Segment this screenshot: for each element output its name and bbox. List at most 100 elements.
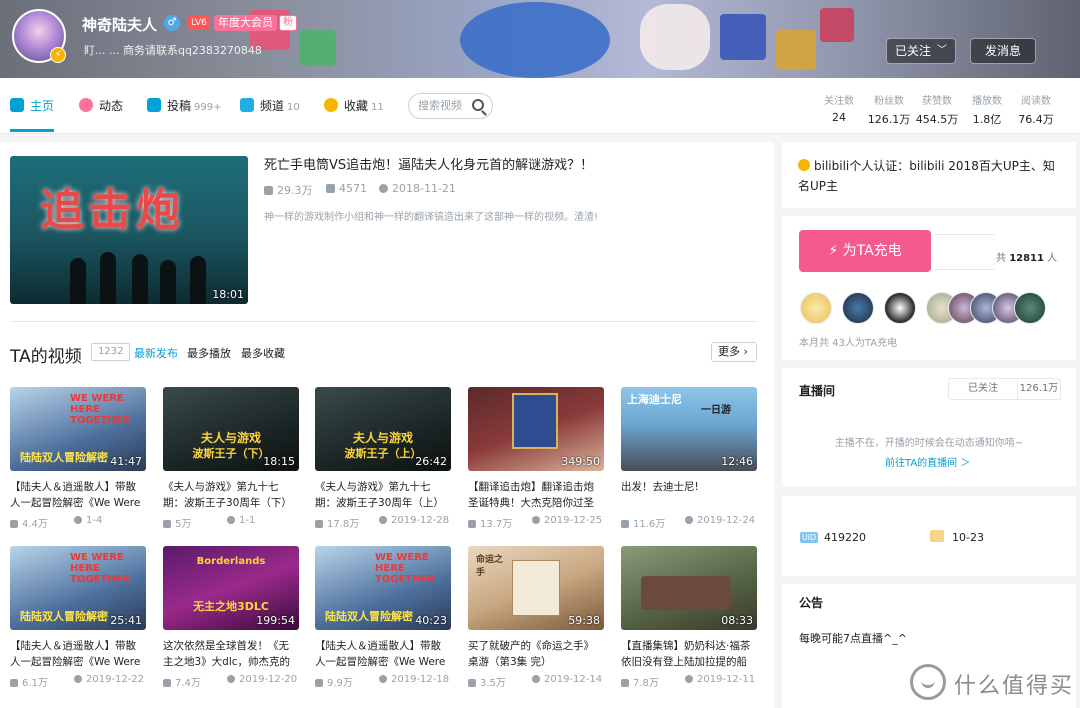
featured-video-title[interactable]: 死亡手电筒VS追击炮！逼陆夫人化身元首的解谜游戏？！ — [264, 154, 593, 173]
video-card[interactable]: 上海迪士尼 一日游 12:46 出发！去迪士尼! 11.6万 2019-12-24 — [621, 387, 757, 530]
tab-favorite[interactable]: 收藏 11 — [324, 98, 384, 118]
upload-icon — [147, 98, 161, 112]
verify-card: bilibili个人认证：bilibili 2018百大UP主、知名UP主 — [782, 142, 1076, 208]
clock-icon — [74, 675, 82, 683]
video-thumbnail[interactable]: WE WERE HERE TOGETHER 陆陆双人冒险解密 40:23 — [315, 546, 451, 630]
video-title[interactable]: 买了就破产的《命运之手》桌游（第3集 完） — [468, 638, 604, 670]
video-date: 2019-12-11 — [685, 674, 755, 685]
video-thumbnail[interactable]: 命运之手 59:38 — [468, 546, 604, 630]
clock-icon — [379, 516, 387, 524]
video-card[interactable]: 08:33 【直播集锦】奶奶科达·福茶依旧没有登上陆加拉提的船 7.8万 2019… — [621, 546, 757, 689]
search-input[interactable]: 搜索视频 — [408, 93, 493, 119]
video-card[interactable]: WE WERE HERE TOGETHER 陆陆双人冒险解密 25:41 【陆夫… — [10, 546, 146, 689]
tab-count: 999+ — [194, 102, 222, 113]
video-date: 2019-12-28 — [379, 515, 449, 526]
video-title[interactable]: 《夫人与游戏》第九十七期：波斯王子30周年（上） — [315, 479, 451, 511]
video-thumbnail[interactable]: Borderlands 无主之地3DLC 199:54 — [163, 546, 299, 630]
video-card[interactable]: 夫人与游戏 波斯王子（上） 26:42 《夫人与游戏》第九十七期：波斯王子30周… — [315, 387, 451, 530]
thumbnail-caption: Borderlands — [196, 556, 266, 567]
stat-label: 获赞数 — [922, 96, 952, 107]
video-title[interactable]: 【陆夫人＆逍遥散人】带散人一起冒险解密《We Were — [10, 638, 146, 670]
tab-dynamic[interactable]: 动态 — [79, 98, 123, 118]
tab-most-played[interactable]: 最多播放 — [187, 345, 231, 361]
video-title[interactable]: 这次依然是全球首发！《无主之地3》大dlc，帅杰克的大賭 — [163, 638, 299, 670]
uid-value: 419220 — [824, 531, 866, 544]
video-title[interactable]: 【陆夫人＆逍遥散人】带散人一起冒险解密《We Were — [10, 479, 146, 511]
publish-date: 2018-11-21 — [379, 182, 456, 195]
video-card[interactable]: WE WERE HERE TOGETHER 陆陆双人冒险解密 40:23 【陆夫… — [315, 546, 451, 689]
video-thumbnail[interactable]: WE WERE HERE TOGETHER 陆陆双人冒险解密 25:41 — [10, 546, 146, 630]
tab-latest[interactable]: 最新发布 — [134, 345, 178, 361]
dynamic-icon — [79, 98, 93, 112]
charge-button[interactable]: ⚡ 为TA充电 — [799, 230, 931, 272]
more-button[interactable]: 更多 › — [711, 342, 757, 362]
video-duration: 41:47 — [110, 455, 142, 468]
male-icon: ♂ — [164, 15, 180, 31]
avatar[interactable] — [884, 292, 916, 324]
followed-button[interactable]: 已关注 ﹀ — [886, 38, 956, 64]
video-plays: 5万 — [175, 519, 192, 530]
video-date: 2019-12-25 — [532, 515, 602, 526]
vip-badge[interactable]: 年度大会员 — [214, 15, 277, 31]
user-sign: 盯... ... 商务请联系qq2383270848 — [84, 44, 262, 57]
stat-plays: 播放数 1.8亿 — [966, 92, 1008, 127]
video-date-value: 2019-12-11 — [697, 674, 756, 685]
danmaku-icon — [326, 184, 335, 193]
video-card[interactable]: 夫人与游戏 波斯王子（下） 18:15 《夫人与游戏》第九十七期：波斯王子30周… — [163, 387, 299, 530]
video-title[interactable]: 【陆夫人＆逍遥散人】带散人一起冒险解密《We Were — [315, 638, 451, 670]
thumbnail-caption: 无主之地3DLC — [193, 600, 269, 613]
lightning-icon: ⚡ — [828, 243, 839, 259]
video-thumbnail[interactable]: 08:33 — [621, 546, 757, 630]
video-card[interactable]: 命运之手 59:38 买了就破产的《命运之手》桌游（第3集 完） 3.5万 201… — [468, 546, 604, 689]
featured-video-thumbnail[interactable]: 追击炮 18:01 — [10, 156, 248, 304]
silhouette — [160, 260, 176, 304]
tab-channel[interactable]: 频道 10 — [240, 98, 300, 118]
home-icon — [10, 98, 24, 112]
danmaku-count-value: 4571 — [339, 182, 367, 195]
play-icon — [315, 520, 323, 528]
video-thumbnail[interactable]: WE WERE HERE TOGETHER 陆陆双人冒险解密 41:47 — [10, 387, 146, 471]
video-plays: 17.8万 — [327, 519, 360, 530]
video-thumbnail[interactable]: 349:50 — [468, 387, 604, 471]
avatar[interactable] — [1014, 292, 1046, 324]
video-title[interactable]: 【翻译追击炮】翻译追击炮圣诞特典！大杰克陪你过圣诞! — [468, 479, 604, 511]
video-thumbnail[interactable]: 上海迪士尼 一日游 12:46 — [621, 387, 757, 471]
gift-decoration — [300, 30, 336, 66]
avatar[interactable] — [800, 292, 832, 324]
video-duration: 18:01 — [212, 288, 244, 301]
clock-icon — [379, 184, 388, 193]
more-label: 更多 — [718, 345, 740, 358]
play-icon — [264, 186, 273, 195]
video-title[interactable]: 出发！去迪士尼! — [621, 479, 757, 511]
tab-home[interactable]: 主页 — [10, 98, 55, 132]
video-thumbnail[interactable]: 夫人与游戏 波斯王子（上） 26:42 — [315, 387, 451, 471]
stat-label: 粉丝数 — [874, 96, 904, 107]
stat-fans[interactable]: 粉丝数 126.1万 — [866, 92, 912, 127]
video-card[interactable]: Borderlands 无主之地3DLC 199:54 这次依然是全球首发！《无… — [163, 546, 299, 689]
search-icon[interactable] — [472, 99, 484, 111]
video-date: 2019-12-14 — [532, 674, 602, 685]
avatar[interactable] — [842, 292, 874, 324]
fan-badge[interactable]: 粉 — [279, 15, 297, 31]
video-card[interactable]: 349:50 【翻译追击炮】翻译追击炮圣诞特典！大杰克陪你过圣诞! 13.7万 2… — [468, 387, 604, 530]
video-title[interactable]: 【直播集锦】奶奶科达·福茶依旧没有登上陆加拉提的船 — [621, 638, 757, 670]
live-room-link[interactable]: 前往TA的直播间 ＞ — [885, 454, 970, 469]
video-duration: 18:15 — [263, 455, 295, 468]
play-icon — [621, 679, 629, 687]
tab-most-favorited[interactable]: 最多收藏 — [241, 345, 285, 361]
video-duration: 25:41 — [110, 614, 142, 627]
video-meta: 3.5万 2019-12-14 — [468, 674, 604, 689]
video-card[interactable]: WE WERE HERE TOGETHER 陆陆双人冒险解密 41:47 【陆夫… — [10, 387, 146, 530]
avatar[interactable]: ⚡ — [12, 9, 66, 63]
message-button[interactable]: 发消息 — [970, 38, 1036, 64]
tab-count: 11 — [371, 102, 384, 113]
stat-following[interactable]: 关注数 24 — [818, 92, 860, 124]
video-meta: 7.8万 2019-12-11 — [621, 674, 757, 689]
stat-value: 24 — [832, 111, 846, 124]
tab-upload[interactable]: 投稿 999+ — [147, 98, 221, 118]
live-followed-button[interactable]: 已关注 — [948, 378, 1018, 400]
video-title[interactable]: 《夫人与游戏》第九十七期：波斯王子30周年（下） — [163, 479, 299, 511]
video-thumbnail[interactable]: 夫人与游戏 波斯王子（下） 18:15 — [163, 387, 299, 471]
stat-reads: 阅读数 76.4万 — [1014, 92, 1058, 127]
stat-value: 76.4万 — [1018, 113, 1054, 126]
